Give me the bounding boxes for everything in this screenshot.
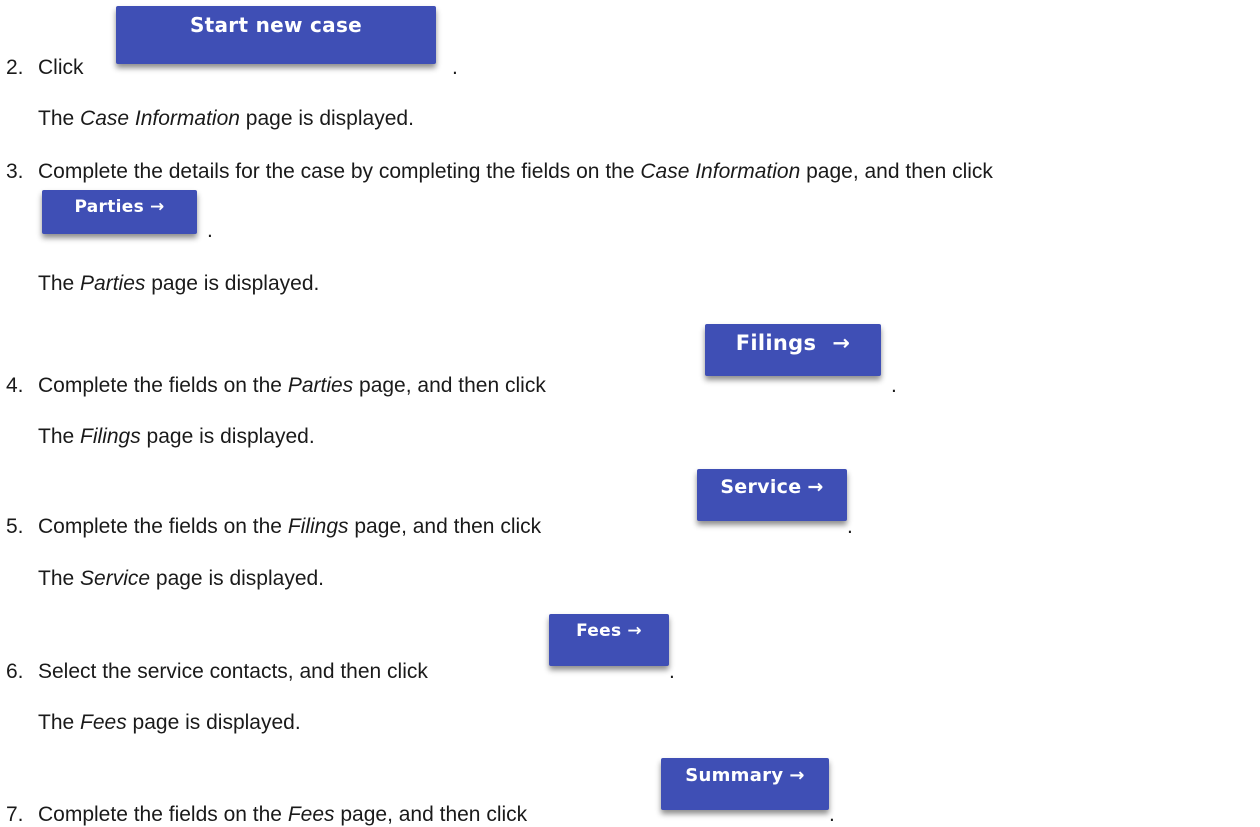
arrow-right-icon: → (627, 621, 642, 641)
arrow-right-icon: → (789, 765, 805, 786)
step-5-period: . (847, 515, 853, 538)
service-label: Service (720, 476, 802, 498)
step-3-number: 3. (6, 160, 24, 183)
step-6-number: 6. (6, 660, 24, 683)
step-2-period: . (452, 56, 458, 79)
summary-label: Summary (685, 765, 784, 786)
start-new-case-label: Start new case (189, 13, 363, 37)
filings-button[interactable]: Filings → (705, 324, 881, 376)
parties-label: Parties (74, 197, 144, 217)
arrow-right-icon: → (150, 197, 165, 217)
step-7-text: Complete the fields on the Fees page, an… (38, 803, 528, 826)
step-2-result: The Case Information page is displayed. (38, 107, 414, 130)
summary-button[interactable]: Summary → (661, 758, 829, 810)
filings-label: Filings (735, 331, 817, 355)
step-4-text: Complete the fields on the Parties page,… (38, 374, 546, 397)
arrow-right-icon: → (832, 331, 851, 355)
step-6-period: . (669, 660, 675, 683)
start-new-case-button[interactable]: Start new case (116, 6, 436, 64)
step-6-result: The Fees page is displayed. (38, 711, 301, 734)
step-3-text: Complete the details for the case by com… (38, 160, 993, 183)
step-2-text: Click (38, 56, 84, 79)
step-7-period: . (829, 803, 835, 826)
step-6-text: Select the service contacts, and then cl… (38, 660, 428, 683)
step-4-period: . (891, 374, 897, 397)
step-5-result: The Service page is displayed. (38, 567, 325, 590)
fees-button[interactable]: Fees → (549, 614, 669, 666)
step-4-number: 4. (6, 374, 24, 397)
step-3-result: The Parties page is displayed. (38, 272, 320, 295)
step-5-number: 5. (6, 515, 24, 538)
step-5-text: Complete the fields on the Filings page,… (38, 515, 542, 538)
step-2-number: 2. (6, 56, 24, 79)
step-4-result: The Filings page is displayed. (38, 425, 315, 448)
step-3-period: . (207, 219, 213, 242)
step-7-number: 7. (6, 803, 24, 826)
arrow-right-icon: → (807, 476, 824, 498)
parties-button[interactable]: Parties → (42, 190, 197, 234)
service-button[interactable]: Service → (697, 469, 847, 521)
fees-label: Fees (576, 621, 622, 641)
